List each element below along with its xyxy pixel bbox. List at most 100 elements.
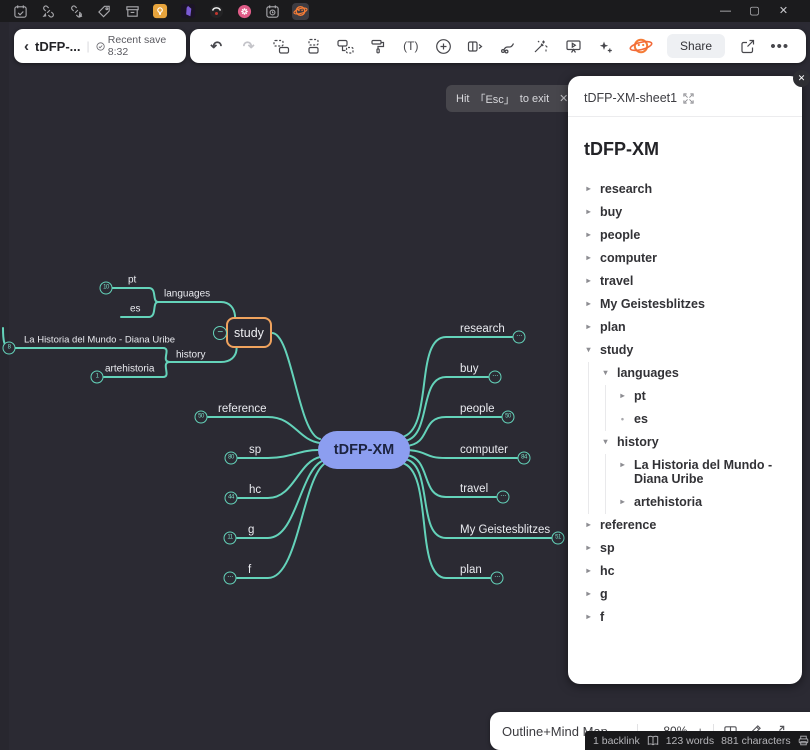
notes-app-icon[interactable]	[152, 3, 169, 20]
link-export-icon[interactable]	[68, 3, 85, 20]
share-button[interactable]: Share	[667, 34, 725, 58]
collapse-badge-people[interactable]: 50	[502, 411, 515, 424]
collapsed-triangle-icon[interactable]: ▸	[584, 274, 593, 288]
book-icon[interactable]	[647, 735, 659, 746]
outline-item-languages[interactable]: ▾languages	[601, 362, 786, 385]
back-button[interactable]: ‹	[24, 39, 29, 54]
collapse-badge-travel[interactable]: ⋯	[497, 491, 510, 504]
collapsed-triangle-icon[interactable]: ▸	[584, 587, 593, 601]
outline-item-la-historia[interactable]: ▸La Historia del Mundo - Diana Uribe	[618, 454, 786, 491]
relationship-icon[interactable]	[492, 32, 524, 60]
collapsed-triangle-icon[interactable]: ▸	[584, 320, 593, 334]
topic-la-historia[interactable]: La Historia del Mundo - Diana Uribe	[24, 335, 175, 346]
insert-subtopic-icon[interactable]	[330, 32, 362, 60]
topic-my-geistesblitzes[interactable]: My Geistesblitzes	[460, 524, 550, 536]
collapse-badge-my-geistesblitzes[interactable]: 51	[552, 532, 565, 545]
expand-panel-icon[interactable]	[683, 93, 694, 104]
close-button[interactable]: ✕	[769, 0, 798, 22]
collapsed-triangle-icon[interactable]: ▸	[618, 495, 627, 509]
collapsed-triangle-icon[interactable]: ▸	[584, 205, 593, 219]
collapse-badge-research[interactable]: ⋯	[513, 331, 526, 344]
insert-plus-icon[interactable]	[427, 32, 459, 60]
collapse-badge-pt[interactable]: 10	[100, 282, 113, 295]
expanded-triangle-icon[interactable]: ▾	[601, 435, 610, 449]
outline-item-plan[interactable]: ▸plan	[584, 316, 786, 339]
redo-button[interactable]: ↷	[232, 32, 264, 60]
topic-languages[interactable]: languages	[164, 289, 210, 300]
collapse-badge-plan[interactable]: ⋯	[491, 572, 504, 585]
topic-people[interactable]: people	[460, 403, 495, 415]
collapse-badge-f[interactable]: ⋯	[224, 572, 237, 585]
magic-wand-icon[interactable]	[524, 32, 556, 60]
schedule-clock-icon[interactable]	[264, 3, 281, 20]
more-menu-button[interactable]: •••	[763, 32, 795, 60]
outline-item-f[interactable]: ▸f	[584, 606, 786, 629]
topic-artehistoria[interactable]: artehistoria	[105, 364, 154, 375]
collapsed-triangle-icon[interactable]: ▸	[584, 564, 593, 578]
presentation-icon[interactable]	[557, 32, 589, 60]
outline-item-g[interactable]: ▸g	[584, 583, 786, 606]
topic-plan[interactable]: plan	[460, 564, 482, 576]
export-icon[interactable]	[731, 32, 763, 60]
format-painter-icon[interactable]	[362, 32, 394, 60]
topic-study[interactable]: study	[226, 317, 272, 348]
outline-item-my-geistesblitzes[interactable]: ▸My Geistesblitzes	[584, 293, 786, 316]
outline-item-artehistoria[interactable]: ▸artehistoria	[618, 491, 786, 514]
outline-item-pt[interactable]: ▸pt	[618, 385, 786, 408]
copilot-logo-icon[interactable]	[622, 32, 661, 60]
collapse-badge-reference[interactable]: 50	[195, 411, 208, 424]
topic-sp[interactable]: sp	[249, 444, 261, 456]
archive-box-icon[interactable]	[124, 3, 141, 20]
collapse-badge-la-historia[interactable]: 8	[3, 342, 16, 355]
structure-icon[interactable]	[460, 32, 492, 60]
media-app-pink-icon[interactable]	[236, 3, 253, 20]
collapsed-triangle-icon[interactable]: ▸	[584, 610, 593, 624]
topic-computer[interactable]: computer	[460, 444, 508, 456]
collapse-badge-computer[interactable]: 84	[518, 452, 531, 465]
insert-topic-after-icon[interactable]	[297, 32, 329, 60]
outline-item-study[interactable]: ▾study	[584, 339, 786, 362]
expanded-triangle-icon[interactable]: ▾	[601, 366, 610, 380]
topic-hc[interactable]: hc	[249, 484, 261, 496]
collapsed-triangle-icon[interactable]: ▸	[584, 297, 593, 311]
printer-icon[interactable]	[798, 735, 809, 746]
outline-item-reference[interactable]: ▸reference	[584, 514, 786, 537]
outline-item-people[interactable]: ▸people	[584, 224, 786, 247]
collapsed-triangle-icon[interactable]: ▸	[584, 251, 593, 265]
central-topic[interactable]: tDFP-XM	[318, 431, 410, 469]
media-app-dark-icon[interactable]	[208, 3, 225, 20]
collapsed-triangle-icon[interactable]: ▸	[618, 389, 627, 403]
outline-item-sp[interactable]: ▸sp	[584, 537, 786, 560]
outline-item-buy[interactable]: ▸buy	[584, 201, 786, 224]
outline-item-computer[interactable]: ▸computer	[584, 247, 786, 270]
topic-reference[interactable]: reference	[218, 403, 267, 415]
collapsed-triangle-icon[interactable]: ▸	[584, 228, 593, 242]
topic-g[interactable]: g	[248, 524, 254, 536]
toast-close-icon[interactable]: ✕	[559, 92, 568, 105]
insert-topic-before-icon[interactable]	[265, 32, 297, 60]
tags-icon[interactable]	[96, 3, 113, 20]
link-import-icon[interactable]	[40, 3, 57, 20]
collapse-badge-hc[interactable]: 44	[225, 492, 238, 505]
collapse-badge-buy[interactable]: ⋯	[489, 371, 502, 384]
outline-item-es[interactable]: •es	[618, 408, 786, 431]
collapse-badge-g[interactable]: 11	[224, 532, 237, 545]
outline-item-hc[interactable]: ▸hc	[584, 560, 786, 583]
backlink-count[interactable]: 1 backlink	[593, 735, 640, 747]
topic-f[interactable]: f	[248, 564, 251, 576]
panel-close-button[interactable]: ✕	[793, 70, 810, 87]
collapsed-triangle-icon[interactable]: ▸	[618, 458, 627, 472]
collapsed-triangle-icon[interactable]: ▸	[584, 182, 593, 196]
collapse-toggle-study[interactable]: −	[213, 326, 227, 340]
calendar-check-icon[interactable]	[12, 3, 29, 20]
obsidian-app-icon[interactable]	[180, 3, 197, 20]
topic-es[interactable]: es	[130, 304, 141, 315]
outline-root-title[interactable]: tDFP-XM	[584, 139, 786, 160]
topic-research[interactable]: research	[460, 323, 505, 335]
outline-item-research[interactable]: ▸research	[584, 178, 786, 201]
ai-sparkles-icon[interactable]	[589, 32, 621, 60]
maximize-button[interactable]: ▢	[740, 0, 769, 22]
topic-travel[interactable]: travel	[460, 483, 488, 495]
minimize-button[interactable]: —	[711, 0, 740, 22]
expanded-triangle-icon[interactable]: ▾	[584, 343, 593, 357]
